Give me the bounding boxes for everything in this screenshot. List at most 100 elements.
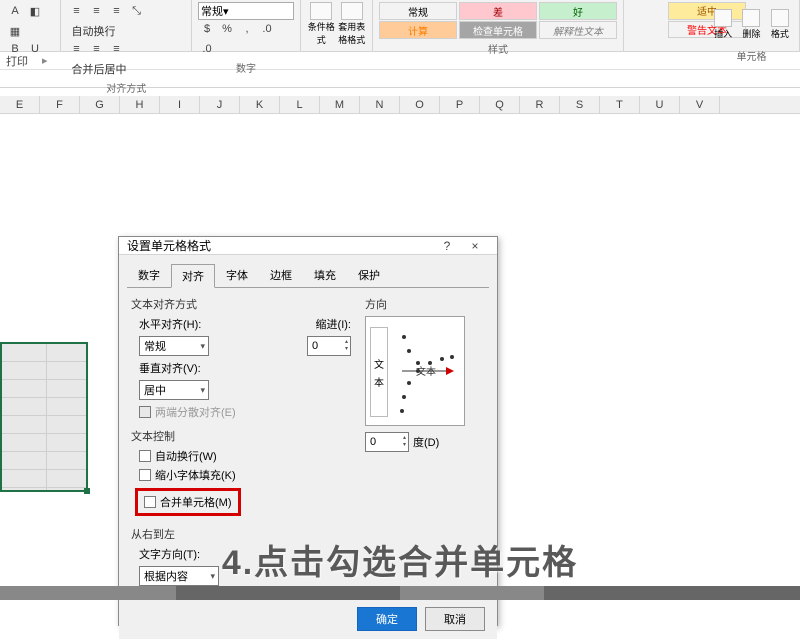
style-explain[interactable]: 解释性文本: [539, 21, 617, 39]
tab-border[interactable]: 边框: [259, 263, 303, 287]
dialog-title: 设置单元格格式: [127, 237, 211, 254]
column-header-N[interactable]: N: [360, 96, 400, 113]
column-header-F[interactable]: F: [40, 96, 80, 113]
border-icon[interactable]: ▦: [6, 22, 24, 40]
merge-center-button[interactable]: 合并后居中: [67, 60, 130, 78]
text-dir-select[interactable]: 根据内容: [139, 566, 219, 586]
font-color-icon[interactable]: A: [6, 2, 24, 20]
justify-distributed-label: 两端分散对齐(E): [155, 404, 236, 420]
tab-alignment[interactable]: 对齐: [171, 264, 215, 288]
style-bad[interactable]: 差: [459, 2, 537, 20]
table-format-button[interactable]: 套用表格格式: [338, 2, 367, 46]
orientation-control[interactable]: 文本 文本: [365, 316, 465, 426]
tab-fill[interactable]: 填充: [303, 263, 347, 287]
column-header-I[interactable]: I: [160, 96, 200, 113]
style-check[interactable]: 检查单元格: [459, 21, 537, 39]
tab-number[interactable]: 数字: [127, 263, 171, 287]
v-align-select[interactable]: 居中: [139, 380, 209, 400]
text-dir-label: 文字方向(T):: [139, 546, 207, 562]
dec-decimal-icon[interactable]: .0: [198, 40, 216, 58]
tab-protection[interactable]: 保护: [347, 263, 391, 287]
orientation-icon[interactable]: ⤡: [127, 2, 145, 20]
close-button[interactable]: ×: [461, 239, 489, 253]
delete-button[interactable]: 删除: [738, 2, 764, 46]
indent-label: 缩进(I):: [316, 316, 351, 332]
h-align-select[interactable]: 常规: [139, 336, 209, 356]
rtl-group-label: 从右到左: [131, 526, 351, 542]
format-button[interactable]: 格式: [767, 2, 793, 46]
align-left-icon[interactable]: ≡: [67, 40, 85, 58]
wrap-label: 自动换行(W): [155, 448, 217, 464]
merge-checkbox[interactable]: [144, 496, 156, 508]
inc-decimal-icon[interactable]: .0: [258, 20, 276, 38]
percent-icon[interactable]: %: [218, 20, 236, 38]
shrink-checkbox[interactable]: [139, 469, 151, 481]
comma-icon[interactable]: ,: [238, 20, 256, 38]
align-group-label: 对齐方式: [67, 78, 185, 95]
column-header-T[interactable]: T: [600, 96, 640, 113]
worksheet-area[interactable]: 设置单元格格式 ? × 数字 对齐 字体 边框 填充 保护 文本对齐方式 水平对…: [0, 114, 800, 574]
column-header-Q[interactable]: Q: [480, 96, 520, 113]
column-header-M[interactable]: M: [320, 96, 360, 113]
bold-icon[interactable]: B: [6, 40, 24, 58]
column-header-E[interactable]: E: [0, 96, 40, 113]
column-header-L[interactable]: L: [280, 96, 320, 113]
column-header-V[interactable]: V: [680, 96, 720, 113]
column-header-S[interactable]: S: [560, 96, 600, 113]
column-header-R[interactable]: R: [520, 96, 560, 113]
orientation-dial[interactable]: 文本: [394, 323, 460, 419]
style-calc[interactable]: 计算: [379, 21, 457, 39]
merge-highlight: 合并单元格(M): [135, 488, 241, 516]
align-center-icon[interactable]: ≡: [87, 40, 105, 58]
column-header-P[interactable]: P: [440, 96, 480, 113]
number-format-dropdown[interactable]: 常规 ▾: [198, 2, 294, 20]
degree-spinner[interactable]: 0: [365, 432, 409, 452]
number-group-label: 数字: [198, 58, 294, 75]
ribbon: A ◧ ▦ B U ≡ ≡ ≡ ⤡ 自动换行 ≡ ≡ ≡ 合并后居中 对齐方式 …: [0, 0, 800, 52]
align-right-icon[interactable]: ≡: [107, 40, 125, 58]
styles-group-label: 样式: [379, 39, 617, 56]
ok-button[interactable]: 确定: [357, 607, 417, 631]
shrink-label: 缩小字体填充(K): [155, 467, 236, 483]
column-header-K[interactable]: K: [240, 96, 280, 113]
dialog-tabs: 数字 对齐 字体 边框 填充 保护: [119, 255, 497, 287]
degree-label: 度(D): [413, 434, 439, 450]
wrap-checkbox[interactable]: [139, 450, 151, 462]
style-good[interactable]: 好: [539, 2, 617, 20]
insert-button[interactable]: 插入: [710, 2, 736, 46]
column-header-G[interactable]: G: [80, 96, 120, 113]
dialog-titlebar[interactable]: 设置单元格格式 ? ×: [119, 237, 497, 255]
vertical-text-button[interactable]: 文本: [370, 327, 388, 417]
column-header-O[interactable]: O: [400, 96, 440, 113]
tab-font[interactable]: 字体: [215, 263, 259, 287]
format-cells-dialog: 设置单元格格式 ? × 数字 对齐 字体 边框 填充 保护 文本对齐方式 水平对…: [118, 236, 498, 626]
align-top-icon[interactable]: ≡: [67, 2, 85, 20]
column-headers: EFGHIJKLMNOPQRSTUV: [0, 96, 800, 114]
style-normal[interactable]: 常规: [379, 2, 457, 20]
currency-icon[interactable]: $: [198, 20, 216, 38]
column-header-U[interactable]: U: [640, 96, 680, 113]
text-align-group-label: 文本对齐方式: [131, 296, 351, 312]
conditional-format-button[interactable]: 条件格式: [307, 2, 336, 46]
cancel-button[interactable]: 取消: [425, 607, 485, 631]
help-button[interactable]: ?: [433, 239, 461, 253]
cell-styles-gallery[interactable]: 常规 差 好 计算 检查单元格 解释性文本: [379, 2, 617, 39]
fill-color-icon[interactable]: ◧: [26, 2, 44, 20]
align-mid-icon[interactable]: ≡: [87, 2, 105, 20]
cell-selection[interactable]: [0, 342, 88, 492]
merge-label: 合并单元格(M): [160, 494, 232, 510]
align-bot-icon[interactable]: ≡: [107, 2, 125, 20]
text-control-group-label: 文本控制: [131, 428, 351, 444]
fill-handle[interactable]: [84, 488, 90, 494]
column-header-H[interactable]: H: [120, 96, 160, 113]
h-align-label: 水平对齐(H):: [139, 316, 207, 332]
justify-distributed-checkbox: [139, 406, 151, 418]
svg-text:文本: 文本: [416, 365, 436, 378]
v-align-label: 垂直对齐(V):: [139, 360, 207, 376]
cells-group-label: 单元格: [710, 46, 793, 63]
wrap-text-button[interactable]: 自动换行: [67, 22, 119, 40]
indent-spinner[interactable]: 0: [307, 336, 351, 356]
column-header-J[interactable]: J: [200, 96, 240, 113]
progress-bar: [0, 586, 800, 600]
underline-icon[interactable]: U: [26, 40, 44, 58]
